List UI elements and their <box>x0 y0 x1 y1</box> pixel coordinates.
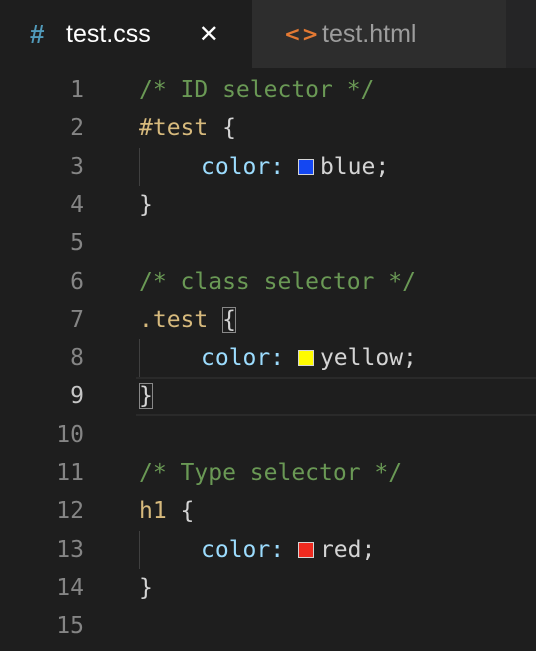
selector: .test <box>139 306 209 333</box>
code-line: 12 h1 { <box>0 492 536 530</box>
line-number: 9 <box>70 383 84 410</box>
code-line: 1 /* ID selector */ <box>0 71 536 109</box>
line-number: 6 <box>70 268 84 295</box>
code-area[interactable]: 1 /* ID selector */ 2 #test { 3 color: b… <box>0 68 536 651</box>
code-line: 2 #test { <box>0 109 536 147</box>
tab-label: test.css <box>66 19 151 48</box>
code-line: 5 <box>0 224 536 262</box>
code-line: 6 /* class selector */ <box>0 263 536 301</box>
code-editor: # test.css ✕ <> test.html 1 /* ID select… <box>0 0 536 651</box>
selector: #test <box>139 115 209 142</box>
line-number: 15 <box>56 613 84 640</box>
current-line-highlight <box>136 377 536 416</box>
code-line: 3 color: blue; <box>0 147 536 186</box>
code-line: 14 } <box>0 569 536 607</box>
open-brace-match: { <box>222 306 236 333</box>
open-brace: { <box>208 115 236 142</box>
line-number: 3 <box>70 153 84 180</box>
property: color: <box>201 536 285 563</box>
property: color: <box>201 153 285 180</box>
tab-bar: # test.css ✕ <> test.html <box>0 0 536 68</box>
color-swatch-blue[interactable] <box>297 158 314 175</box>
color-swatch-yellow[interactable] <box>297 350 314 367</box>
comment: /* Type selector */ <box>139 460 403 486</box>
html-file-icon: <> <box>284 22 320 46</box>
line-number: 7 <box>70 306 84 333</box>
line-number: 14 <box>56 574 84 601</box>
open-brace: { <box>166 498 195 525</box>
value: red; <box>319 536 376 563</box>
comment: /* ID selector */ <box>139 77 375 103</box>
tab-label: test.html <box>322 19 417 48</box>
code-line: 15 <box>0 607 536 645</box>
close-brace: } <box>139 191 153 218</box>
line-number: 5 <box>70 230 84 257</box>
line-number: 10 <box>56 421 84 448</box>
css-file-icon: # <box>30 18 45 49</box>
close-brace-match: } <box>139 383 153 410</box>
tab-test-css[interactable]: # test.css ✕ <box>0 0 252 68</box>
line-number: 12 <box>56 498 84 525</box>
tab-bar-empty-area <box>506 0 536 68</box>
close-icon[interactable]: ✕ <box>199 20 219 49</box>
line-number: 1 <box>70 77 84 103</box>
property: color: <box>201 345 285 372</box>
code-line: 10 <box>0 416 536 454</box>
value: blue; <box>319 153 390 180</box>
line-number: 8 <box>70 345 84 372</box>
tab-test-html[interactable]: <> test.html <box>252 0 506 68</box>
code-line: 4 } <box>0 186 536 224</box>
code-line-current: 9 } <box>0 377 536 416</box>
code-line: 8 color: yellow; <box>0 339 536 378</box>
close-brace: } <box>139 574 153 601</box>
line-number: 13 <box>56 536 84 563</box>
color-swatch-red[interactable] <box>297 541 314 558</box>
line-number: 4 <box>70 191 84 218</box>
comment: /* class selector */ <box>139 268 416 295</box>
code-line: 13 color: red; <box>0 530 536 569</box>
line-number: 11 <box>56 460 84 486</box>
line-number: 2 <box>70 115 84 142</box>
value: yellow; <box>319 345 417 372</box>
code-line: 7 .test { <box>0 301 536 339</box>
selector: h1 <box>139 498 167 525</box>
code-line: 11 /* Type selector */ <box>0 454 536 492</box>
